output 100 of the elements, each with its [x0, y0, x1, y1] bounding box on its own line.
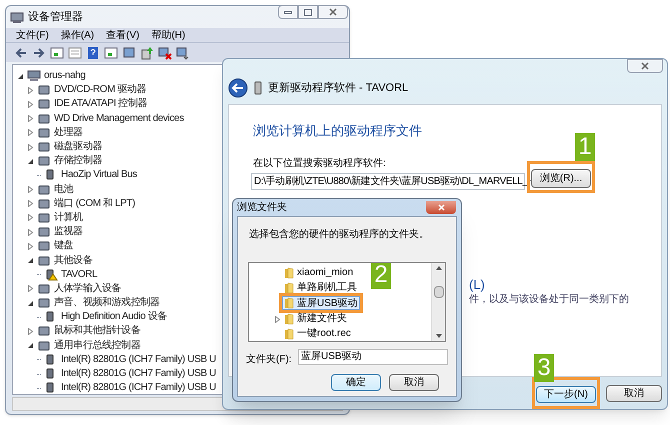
- device-icon: [37, 282, 51, 295]
- collapsed-arrow-icon[interactable]: [27, 129, 34, 136]
- close-button[interactable]: [627, 59, 663, 73]
- cancel-button[interactable]: 取消: [389, 374, 439, 391]
- close-icon: [641, 62, 649, 70]
- tree-item[interactable]: Intel(R) 82801G (ICH7 Family) USB U: [61, 352, 216, 367]
- close-button[interactable]: [318, 5, 348, 19]
- tree-item[interactable]: 鼠标和其他指针设备: [54, 324, 140, 338]
- folder-icon: [284, 297, 294, 309]
- tree-item[interactable]: 其他设备: [54, 254, 92, 268]
- menu-item[interactable]: 操作(A): [60, 28, 94, 42]
- back-arrow-icon[interactable]: [14, 46, 28, 60]
- tree-item[interactable]: 键盘: [54, 239, 74, 254]
- tree-item[interactable]: 人体学输入设备: [54, 282, 122, 296]
- update-driver-icon[interactable]: [140, 46, 154, 60]
- collapsed-arrow-icon[interactable]: [27, 242, 34, 250]
- expanded-arrow-icon[interactable]: [27, 342, 34, 350]
- scroll-up-arrow-icon[interactable]: [436, 266, 442, 270]
- tree-item[interactable]: IDE ATA/ATAPI 控制器: [54, 97, 148, 112]
- folder-item[interactable]: xiaomi_mion: [283, 266, 354, 280]
- menu-item[interactable]: 文件(F): [16, 28, 49, 42]
- maximize-button[interactable]: [298, 5, 318, 19]
- computer-icon: [27, 70, 41, 82]
- folder-label: 文件夹(F):: [246, 352, 292, 367]
- folder-item[interactable]: 一键root.rec: [283, 326, 352, 340]
- expanded-arrow-icon[interactable]: [17, 72, 24, 80]
- tree-item[interactable]: DVD/CD-ROM 驱动器: [54, 83, 146, 98]
- cancel-button[interactable]: 取消: [606, 384, 662, 402]
- tree-item[interactable]: 端口 (COM 和 LPT): [54, 196, 136, 211]
- tree-item[interactable]: TAVORL: [61, 268, 98, 282]
- tree-item[interactable]: 处理器: [54, 126, 83, 140]
- ok-button[interactable]: 确定: [331, 374, 381, 391]
- device-icon: [37, 226, 51, 238]
- collapsed-arrow-icon[interactable]: [27, 144, 34, 151]
- step-marker: 1: [575, 133, 595, 161]
- back-button-icon[interactable]: [228, 78, 248, 98]
- collapsed-arrow-icon[interactable]: [27, 100, 34, 108]
- scroll-down-arrow-icon[interactable]: [436, 334, 442, 338]
- scrollbar[interactable]: [431, 263, 445, 341]
- tree-item[interactable]: Intel(R) 82801G (ICH7 Family) USB U: [61, 381, 216, 394]
- collapsed-arrow-icon[interactable]: [27, 328, 34, 335]
- next-button[interactable]: 下一步(N): [536, 386, 596, 403]
- page-heading: 浏览计算机上的驱动程序文件: [253, 122, 422, 140]
- step-marker: 2: [371, 263, 391, 289]
- device-icon: [37, 141, 51, 154]
- menu-item[interactable]: 帮助(H): [151, 28, 186, 42]
- device-icon: [37, 112, 51, 125]
- browse-button[interactable]: 浏览(R)...: [531, 169, 591, 188]
- folder-item[interactable]: 蓝屏USB驱动: [282, 296, 360, 310]
- collapsed-arrow-icon[interactable]: [27, 228, 34, 236]
- scan-icon[interactable]: [122, 46, 136, 60]
- tree-item[interactable]: 电池: [54, 182, 74, 197]
- folder-item[interactable]: 新建文件夹: [283, 312, 348, 326]
- collapsed-arrow-icon[interactable]: [27, 186, 34, 194]
- help-icon[interactable]: [86, 46, 100, 60]
- window-title: 设备管理器: [28, 10, 83, 25]
- collapsed-arrow-icon[interactable]: [275, 316, 280, 323]
- forward-arrow-icon[interactable]: [32, 46, 46, 60]
- uninstall-icon[interactable]: [158, 46, 172, 60]
- folder-icon: [284, 312, 294, 324]
- tree-item[interactable]: 声音、视频和游戏控制器: [54, 296, 160, 310]
- device-icon: [37, 84, 51, 96]
- panel-icon[interactable]: [104, 46, 118, 60]
- tree-item[interactable]: HaoZip Virtual Bus: [61, 168, 137, 182]
- menu-item[interactable]: 查看(V): [106, 28, 140, 42]
- tree-item[interactable]: 存储控制器: [54, 154, 102, 168]
- close-button[interactable]: [426, 201, 456, 214]
- tree-item[interactable]: 磁盘驱动器: [54, 140, 102, 154]
- tree-item[interactable]: WD Drive Management devices: [54, 112, 184, 126]
- properties-icon[interactable]: [68, 46, 82, 60]
- disable-icon[interactable]: [176, 46, 190, 60]
- option-description: 件，以及与该设备处于同一类别下的: [469, 292, 629, 307]
- panel-icon[interactable]: [50, 46, 64, 60]
- device-icon: [37, 212, 51, 224]
- device-icon: [37, 340, 51, 352]
- collapsed-arrow-icon[interactable]: [27, 115, 34, 122]
- device-icon: [37, 126, 51, 139]
- expanded-arrow-icon[interactable]: [27, 257, 34, 264]
- folder-item[interactable]: 单路刷机工具: [283, 280, 358, 294]
- tree-item[interactable]: Intel(R) 82801G (ICH7 Family) USB U: [61, 367, 216, 382]
- tree-item[interactable]: 通用串行总线控制器: [54, 338, 140, 353]
- expanded-arrow-icon[interactable]: [27, 158, 34, 165]
- collapsed-arrow-icon[interactable]: [27, 86, 34, 94]
- tree-item[interactable]: 监视器: [54, 225, 83, 240]
- option-title: (L): [469, 276, 485, 294]
- folder-name-field[interactable]: 蓝屏USB驱动: [298, 349, 448, 365]
- tree-item[interactable]: 计算机: [54, 210, 83, 225]
- device-icon: [254, 81, 262, 95]
- collapsed-arrow-icon[interactable]: [27, 285, 34, 292]
- collapsed-arrow-icon[interactable]: [27, 214, 34, 222]
- device-icon: [37, 184, 51, 196]
- scrollbar-thumb[interactable]: [434, 286, 444, 298]
- dialog-title: 更新驱动程序软件 - TAVORL: [268, 80, 408, 96]
- device-manager-icon: [10, 10, 24, 24]
- folder-icon: [284, 282, 294, 294]
- minimize-button[interactable]: [278, 5, 298, 19]
- tree-item[interactable]: orus-nahg: [44, 69, 86, 84]
- tree-item[interactable]: High Definition Audio 设备: [61, 310, 168, 324]
- expanded-arrow-icon[interactable]: [27, 300, 34, 307]
- collapsed-arrow-icon[interactable]: [27, 200, 34, 208]
